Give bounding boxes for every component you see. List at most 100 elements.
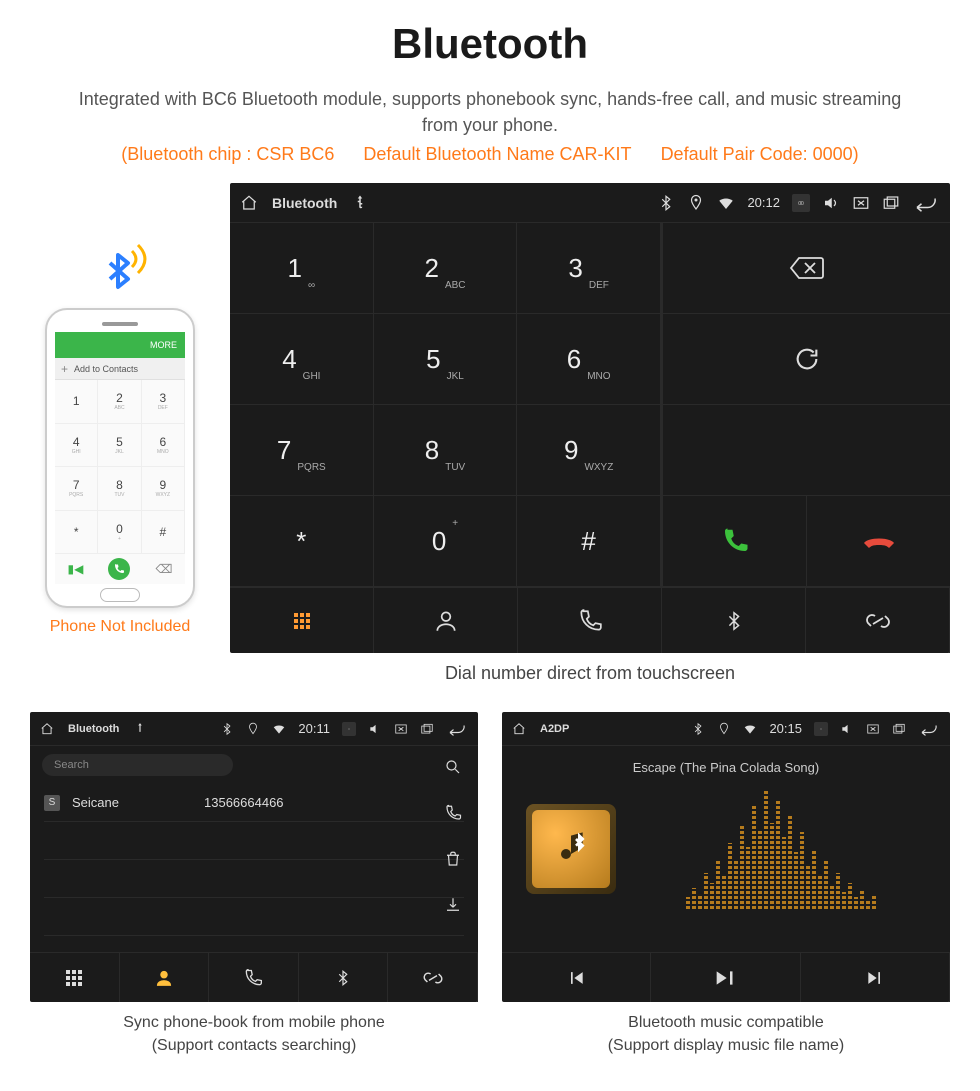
tab-contacts[interactable] <box>120 953 210 1002</box>
phone-key: 6MNO <box>142 424 185 468</box>
tab-contacts[interactable] <box>374 588 518 653</box>
close-icon[interactable] <box>866 722 880 736</box>
location-icon <box>687 194 705 212</box>
dial-key[interactable]: 6MNO <box>517 314 661 405</box>
call-button[interactable] <box>662 496 806 587</box>
spec-chip: (Bluetooth chip : CSR BC6 <box>121 144 334 164</box>
dial-key[interactable]: 4GHI <box>230 314 374 405</box>
volume-icon[interactable] <box>368 722 382 736</box>
viz-bar <box>794 852 798 910</box>
phone-caption: Phone Not Included <box>50 618 191 636</box>
phone-call-button <box>108 558 130 580</box>
viz-bar <box>854 897 858 909</box>
viz-bar <box>776 801 780 909</box>
tab-call-log[interactable] <box>209 953 299 1002</box>
viz-bar <box>812 849 816 909</box>
bluetooth-icon <box>220 722 234 736</box>
dial-key[interactable]: 3DEF <box>517 223 661 314</box>
screenshot-icon[interactable] <box>792 194 810 212</box>
dial-key[interactable]: 1∞ <box>230 223 374 314</box>
viz-bar <box>842 892 846 909</box>
dial-key[interactable]: 5JKL <box>374 314 518 405</box>
volume-icon[interactable] <box>840 722 854 736</box>
phone-key: 2ABC <box>98 380 141 424</box>
bluetooth-wave-icon <box>88 233 152 302</box>
call-icon[interactable] <box>444 804 462 822</box>
home-icon[interactable] <box>512 722 526 736</box>
search-icon[interactable] <box>444 758 462 776</box>
recent-apps-icon[interactable] <box>420 722 434 736</box>
headunit-title: Bluetooth <box>272 195 337 211</box>
viz-bar <box>728 843 732 909</box>
wifi-icon <box>743 722 757 736</box>
download-icon[interactable] <box>444 896 462 914</box>
prev-button[interactable] <box>502 953 651 1002</box>
viz-bar <box>860 890 864 909</box>
phone-key: 0+ <box>98 511 141 555</box>
wifi-icon <box>272 722 286 736</box>
dial-key[interactable]: 9WXYZ <box>517 405 661 496</box>
backspace-button[interactable] <box>662 223 950 314</box>
close-icon[interactable] <box>852 194 870 212</box>
viz-bar <box>716 861 720 909</box>
spec-line: (Bluetooth chip : CSR BC6 Default Blueto… <box>30 144 950 165</box>
contact-row <box>44 860 464 898</box>
screenshot-icon[interactable] <box>342 722 356 736</box>
viz-bar <box>764 789 768 909</box>
contact-number: 13566664466 <box>204 795 284 810</box>
refresh-button[interactable] <box>662 314 950 405</box>
home-icon[interactable] <box>240 194 258 212</box>
dial-key[interactable]: 0+ <box>374 496 518 587</box>
location-icon <box>246 722 260 736</box>
search-input[interactable]: Search <box>42 754 233 776</box>
recent-apps-icon[interactable] <box>882 194 900 212</box>
headunit-dialer: Bluetooth 20:12 <box>230 183 950 653</box>
tab-call-log[interactable] <box>518 588 662 653</box>
back-icon[interactable] <box>918 722 940 736</box>
back-icon[interactable] <box>446 722 468 736</box>
close-icon[interactable] <box>394 722 408 736</box>
dial-key[interactable]: # <box>517 496 661 587</box>
page-description: Integrated with BC6 Bluetooth module, su… <box>30 86 950 138</box>
phone-key: 1 <box>55 380 98 424</box>
phone-key: 9WXYZ <box>142 467 185 511</box>
tab-dialpad[interactable] <box>30 953 120 1002</box>
dial-key[interactable]: 8TUV <box>374 405 518 496</box>
viz-bar <box>752 804 756 910</box>
phone-key: 4GHI <box>55 424 98 468</box>
a2dp-caption-2: (Support display music file name) <box>502 1035 950 1057</box>
back-icon[interactable] <box>912 194 940 212</box>
phone-backspace-icon: ⌫ <box>156 562 173 576</box>
volume-icon[interactable] <box>822 194 840 212</box>
headunit-phonebook: Bluetooth 20:11 <box>30 712 478 1002</box>
contact-row[interactable]: S Seicane 13566664466 <box>44 784 464 822</box>
tab-bluetooth[interactable] <box>662 588 806 653</box>
phone-key: 3DEF <box>142 380 185 424</box>
next-button[interactable] <box>801 953 950 1002</box>
dial-key[interactable]: 2ABC <box>374 223 518 314</box>
tab-pair[interactable] <box>388 953 478 1002</box>
tab-dialpad[interactable] <box>230 588 374 653</box>
dial-key[interactable]: 7PQRS <box>230 405 374 496</box>
viz-bar <box>848 883 852 909</box>
viz-bar <box>758 830 762 909</box>
viz-bar <box>830 885 834 909</box>
play-pause-button[interactable] <box>651 953 800 1002</box>
screenshot-icon[interactable] <box>814 722 828 736</box>
contact-name: Seicane <box>72 795 192 810</box>
phone-key: 5JKL <box>98 424 141 468</box>
dial-key[interactable]: * <box>230 496 374 587</box>
bluetooth-icon <box>691 722 705 736</box>
hangup-button[interactable] <box>806 496 950 587</box>
phonebook-caption-2: (Support contacts searching) <box>30 1035 478 1057</box>
tab-pair[interactable] <box>806 588 950 653</box>
tab-bluetooth[interactable] <box>299 953 389 1002</box>
contact-badge: S <box>44 795 60 811</box>
home-icon[interactable] <box>40 722 54 736</box>
viz-bar <box>692 888 696 910</box>
viz-bar <box>806 864 810 910</box>
contact-row <box>44 822 464 860</box>
delete-icon[interactable] <box>444 850 462 868</box>
headunit-title: Bluetooth <box>68 723 119 735</box>
recent-apps-icon[interactable] <box>892 722 906 736</box>
